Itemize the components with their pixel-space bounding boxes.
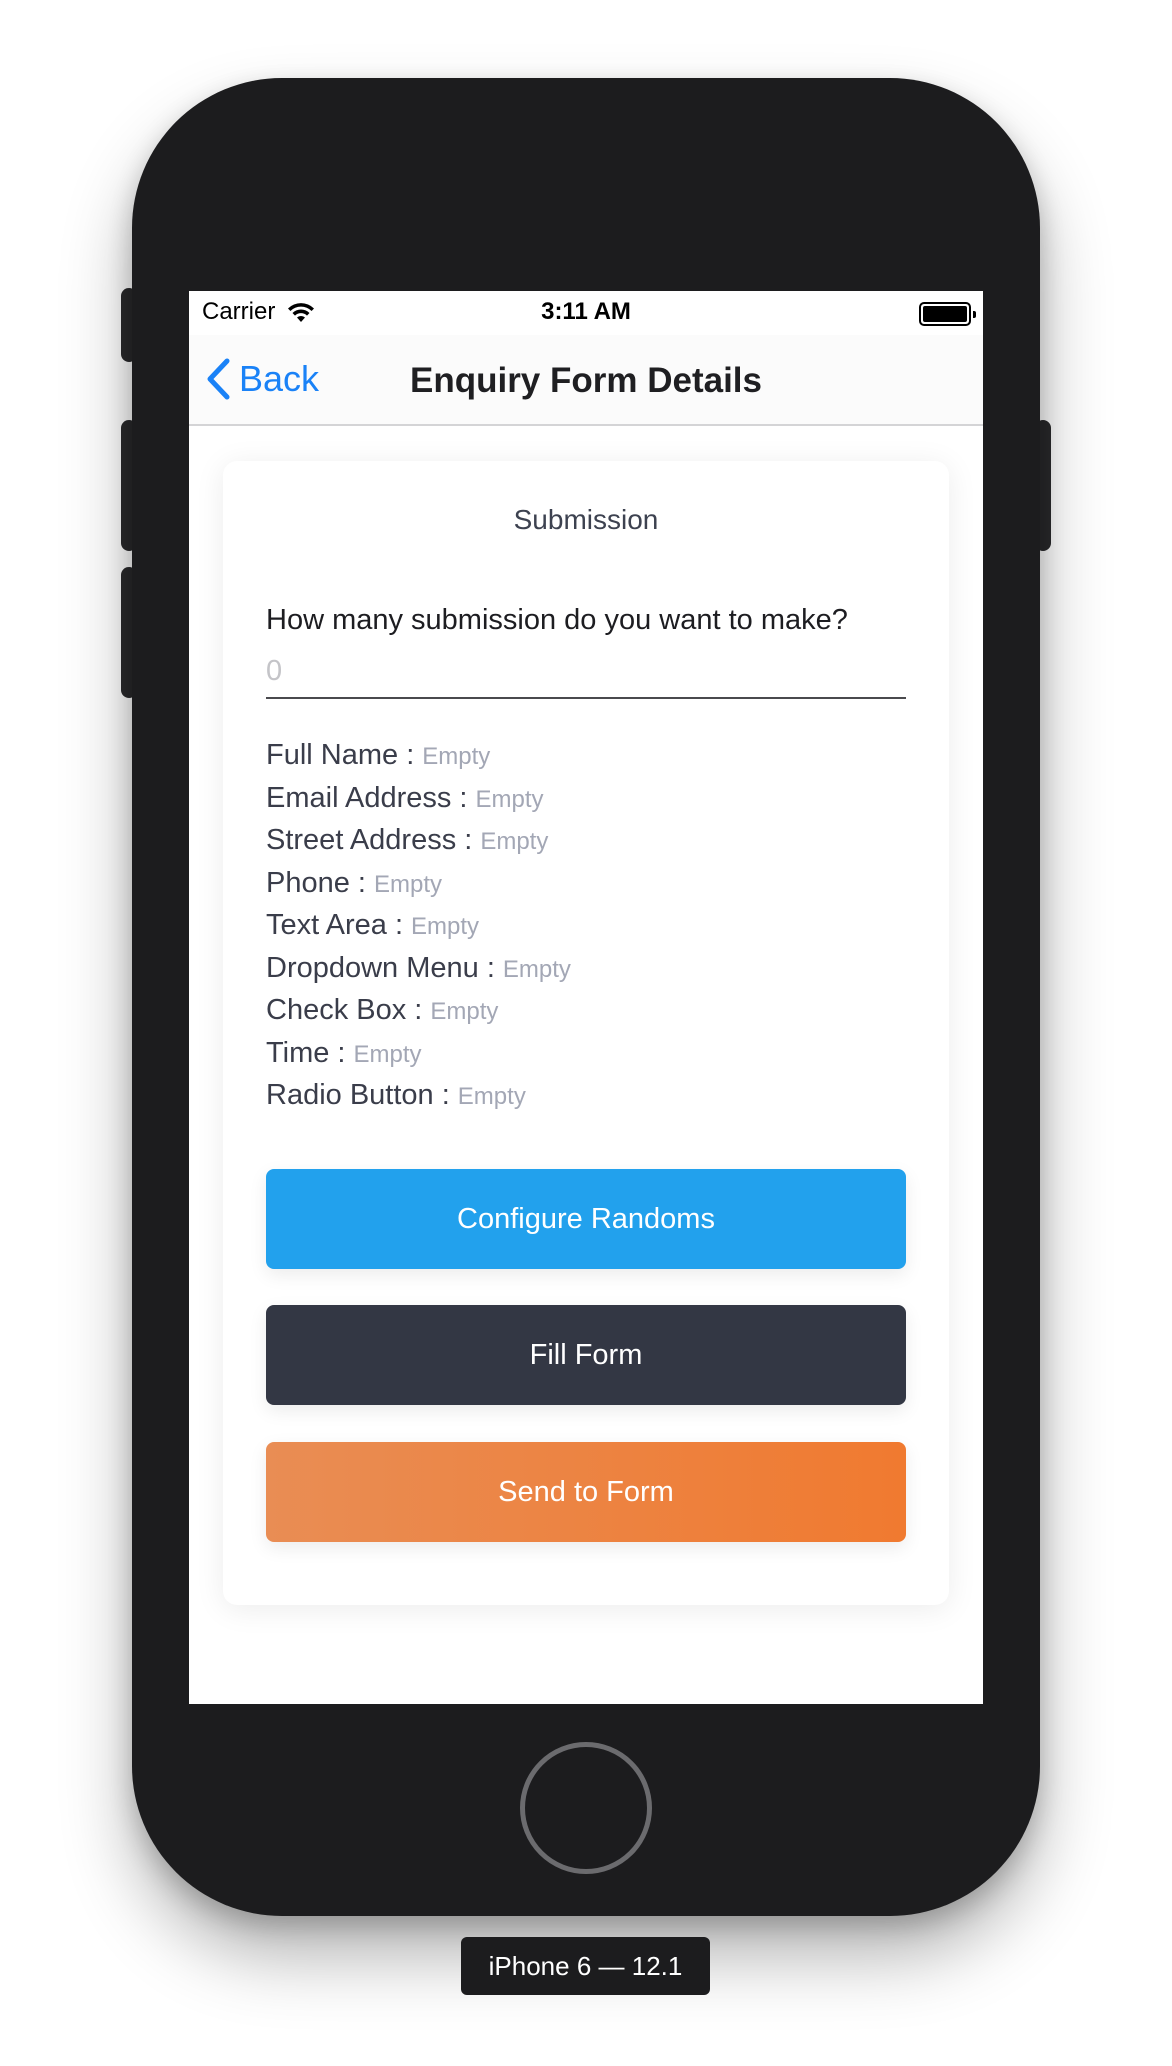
field-value: Empty (502, 955, 571, 983)
field-label: Text Area : (266, 909, 404, 941)
field-value: Empty (353, 1040, 422, 1068)
submission-count-input[interactable] (266, 645, 906, 699)
field-row-text-area: Text Area : Empty (266, 909, 571, 952)
status-bar: Carrier 3:11 AM (189, 291, 983, 335)
field-label: Street Address : (266, 824, 473, 856)
device-label: iPhone 6 — 12.1 (461, 1937, 710, 1995)
field-row-email-address: Email Address : Empty (266, 782, 571, 825)
field-label: Radio Button : (266, 1079, 450, 1111)
status-time: 3:11 AM (541, 298, 631, 325)
field-row-radio-button: Radio Button : Empty (266, 1079, 571, 1122)
field-label: Email Address : (266, 781, 468, 814)
field-row-full-name: Full Name : Empty (266, 739, 571, 782)
field-value: Empty (422, 743, 491, 770)
field-value: Empty (480, 828, 549, 855)
card-title: Submission (513, 504, 659, 535)
field-value: Empty (411, 913, 480, 940)
home-button[interactable] (520, 1742, 652, 1874)
submission-count-question: How many submission do you want to make? (266, 604, 848, 636)
field-label: Time : (266, 1036, 346, 1069)
field-label: Full Name : (266, 739, 415, 771)
field-summary-list: Full Name : Empty Email Address : Empty … (266, 739, 571, 1122)
field-row-check-box: Check Box : Empty (266, 994, 571, 1037)
field-row-dropdown-menu: Dropdown Menu : Empty (266, 952, 571, 995)
field-label: Phone : (266, 866, 366, 899)
navigation-bar: Back Enquiry Form Details (189, 335, 983, 426)
field-value: Empty (457, 1083, 526, 1110)
configure-randoms-button[interactable]: Configure Randoms (266, 1169, 906, 1269)
field-row-street-address: Street Address : Empty (266, 824, 571, 867)
simulator-stage: Carrier 3:11 AM Back Enquiry Form Detail… (0, 0, 1172, 2066)
field-label: Dropdown Menu : (266, 951, 495, 984)
field-label: Check Box : (266, 994, 423, 1026)
page-title: Enquiry Form Details (409, 361, 763, 400)
fill-form-button[interactable]: Fill Form (266, 1305, 906, 1405)
field-row-phone: Phone : Empty (266, 867, 571, 910)
send-to-form-button[interactable]: Send to Form (266, 1442, 906, 1542)
battery-icon (919, 302, 976, 326)
field-row-time: Time : Empty (266, 1037, 571, 1080)
submission-card: Submission How many submission do you wa… (223, 461, 949, 1605)
app-screen: Carrier 3:11 AM Back Enquiry Form Detail… (189, 291, 983, 1704)
field-value: Empty (475, 785, 544, 813)
field-value: Empty (430, 998, 499, 1025)
field-value: Empty (373, 870, 442, 898)
